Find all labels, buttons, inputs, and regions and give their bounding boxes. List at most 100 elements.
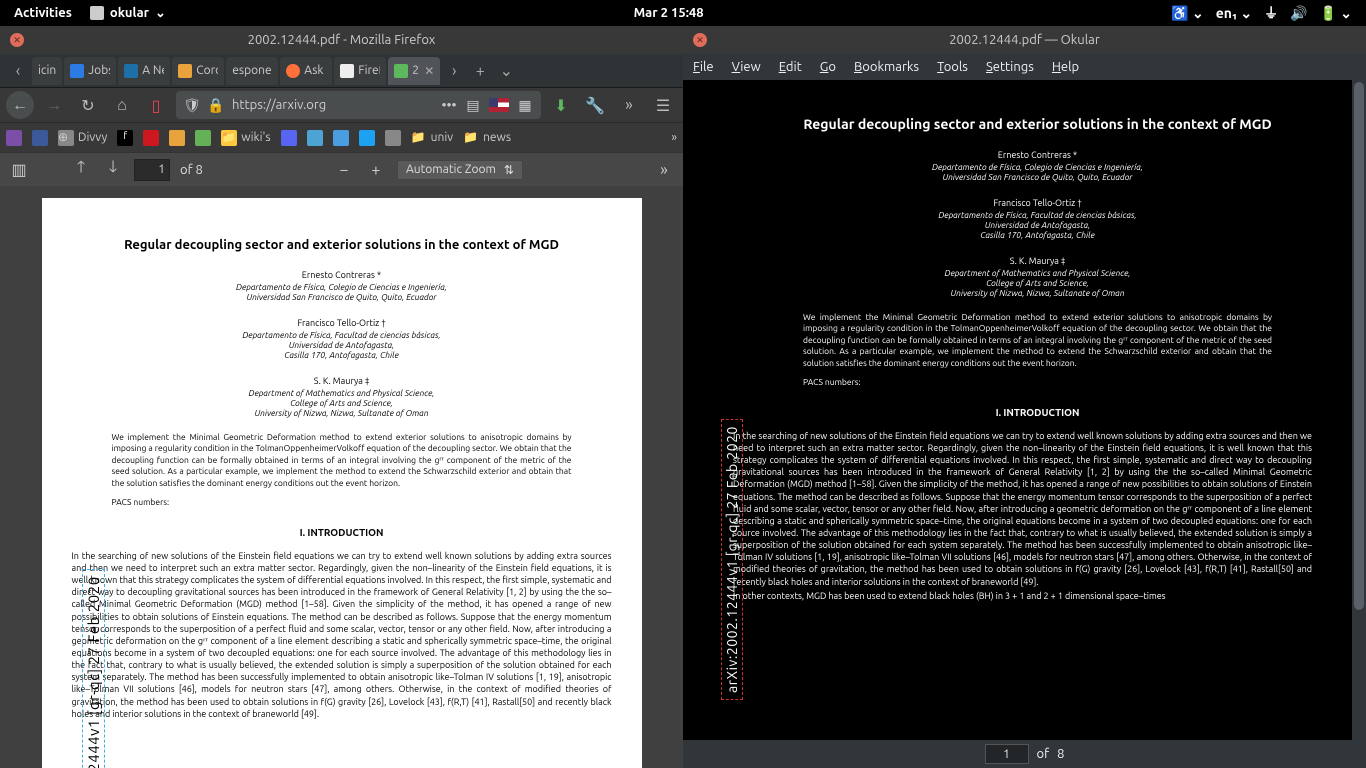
page-down-button[interactable]: 🡓 <box>102 156 124 183</box>
okular-icon <box>90 6 104 20</box>
tab-close-icon[interactable]: ✕ <box>424 64 434 78</box>
tab-7-active[interactable]: 20✕ <box>388 57 440 85</box>
navigation-toolbar: ← → ↻ ⌂ ▯ 🛡 🔒 https://arxiv.org ••• ▤ ▦ … <box>0 88 683 122</box>
tab-list-button[interactable]: ⌄ <box>494 59 518 83</box>
volume-icon[interactable]: 🔊 <box>1290 5 1307 22</box>
bookmark-folder[interactable]: 📁news <box>463 130 511 146</box>
bookmark-folder[interactable]: 📁wiki's <box>221 130 270 146</box>
bookmark-item[interactable] <box>32 130 48 146</box>
okular-viewer[interactable]: arXiv:2002.12444v1 [gr-qc] 27 Feb 2020 R… <box>683 80 1366 740</box>
wifi-icon[interactable]: ⏚ <box>1264 3 1278 23</box>
battery-icon[interactable]: 🔋 ⌄ <box>1320 5 1352 22</box>
reader-icon[interactable]: ▤ <box>465 97 481 113</box>
bookmark-item[interactable] <box>195 130 211 146</box>
shield-icon[interactable]: 🛡 <box>184 97 200 113</box>
app-menu[interactable]: okular ⌄ <box>90 6 166 21</box>
menu-edit[interactable]: Edit <box>779 60 802 74</box>
menu-file[interactable]: File <box>693 60 714 74</box>
zoom-select[interactable]: Automatic Zoom⇅ <box>397 160 523 180</box>
reload-button[interactable]: ↻ <box>74 91 102 119</box>
activities-button[interactable]: Activities <box>14 6 72 20</box>
keyboard-layout[interactable]: en₁ ⌄ <box>1216 5 1252 22</box>
forward-button: → <box>40 91 68 119</box>
overflow-button[interactable]: » <box>615 91 643 119</box>
page-action-icon[interactable]: ••• <box>441 97 457 113</box>
sidebar-toggle[interactable]: ▥ <box>8 160 30 179</box>
bookmark-item[interactable]: ⊕Divvy <box>58 130 107 146</box>
pdf-viewer[interactable]: arXiv:2002.12444v1 [gr-qc] 27 Feb 2020 R… <box>0 186 683 768</box>
of-label: of <box>1037 747 1050 761</box>
body-text-2: In other contexts, MGD has been used to … <box>733 590 1312 602</box>
okular-window: ✕ 2002.12444.pdf — Okular File View Edit… <box>683 26 1366 768</box>
scrollbar[interactable] <box>1352 80 1366 740</box>
window-title: 2002.12444.pdf — Okular <box>949 33 1100 47</box>
bookmark-item[interactable] <box>333 130 349 146</box>
url-bar[interactable]: 🛡 🔒 https://arxiv.org ••• ▤ ▦ <box>176 91 541 119</box>
menu-button[interactable]: ☰ <box>649 91 677 119</box>
page-number-input[interactable] <box>985 744 1029 764</box>
bookmark-item[interactable] <box>6 130 22 146</box>
accessibility-icon[interactable]: ♿ ⌄ <box>1171 5 1203 22</box>
back-button[interactable]: ← <box>6 91 34 119</box>
page-up-button[interactable]: 🡑 <box>70 156 92 183</box>
pdf-tools-button[interactable]: » <box>653 161 675 179</box>
section-heading: I. INTRODUCTION <box>763 407 1312 418</box>
abstract: We implement the Minimal Geometric Defor… <box>112 432 572 489</box>
window-title: 2002.12444.pdf - Mozilla Firefox <box>248 33 436 47</box>
menu-view[interactable]: View <box>732 60 761 74</box>
extension-icon[interactable]: ▦ <box>517 97 533 113</box>
bookmarks-overflow[interactable]: » <box>671 131 677 144</box>
bookmark-item[interactable]: f <box>117 130 133 146</box>
clock[interactable]: Mar 2 15:48 <box>166 6 1171 20</box>
menu-settings[interactable]: Settings <box>986 60 1034 74</box>
menu-tools[interactable]: Tools <box>937 60 968 74</box>
home-button[interactable]: ⌂ <box>108 91 136 119</box>
tab-6[interactable]: Firef <box>334 57 386 85</box>
tab-0[interactable]: icin <box>32 57 62 85</box>
tab-scroll-right[interactable]: › <box>442 59 466 83</box>
body-text: In the searching of new solutions of the… <box>72 550 612 720</box>
flag-us-icon[interactable] <box>489 98 509 112</box>
zoom-out-button[interactable]: − <box>333 161 355 179</box>
tab-5[interactable]: Ask a <box>280 57 332 85</box>
close-icon[interactable]: ✕ <box>10 33 24 47</box>
bookmark-item[interactable] <box>359 130 375 146</box>
pacs-label: PACS numbers: <box>803 377 1272 388</box>
okular-titlebar: ✕ 2002.12444.pdf — Okular <box>683 26 1366 54</box>
new-tab-button[interactable]: + <box>468 59 492 83</box>
tab-1[interactable]: Jobse <box>64 57 116 85</box>
body-text: In the searching of new solutions of the… <box>733 430 1312 588</box>
bookmark-item[interactable] <box>281 130 297 146</box>
close-icon[interactable]: ✕ <box>693 33 707 47</box>
page-total: 8 <box>1057 747 1064 761</box>
tab-2[interactable]: A Ne <box>118 57 170 85</box>
abstract: We implement the Minimal Geometric Defor… <box>803 312 1272 369</box>
bookmark-item[interactable] <box>385 130 401 146</box>
download-button[interactable]: ⬇ <box>547 91 575 119</box>
pdf-page: arXiv:2002.12444v1 [gr-qc] 27 Feb 2020 R… <box>683 80 1352 740</box>
bookmark-item[interactable] <box>307 130 323 146</box>
lock-icon: 🔒 <box>208 97 224 113</box>
tab-4[interactable]: esponen <box>226 57 278 85</box>
dev-tools-button[interactable]: 🔧 <box>581 91 609 119</box>
tab-scroll-left[interactable]: ‹ <box>6 59 30 83</box>
bookmark-folder[interactable]: 📁univ <box>411 130 453 146</box>
url-text[interactable]: https://arxiv.org <box>232 98 433 112</box>
menu-go[interactable]: Go <box>820 60 836 74</box>
pdf-toolbar: ▥ 🡑 🡓 of 8 − + Automatic Zoom⇅ » <box>0 152 683 186</box>
menu-bookmarks[interactable]: Bookmarks <box>854 60 919 74</box>
menu-help[interactable]: Help <box>1052 60 1079 74</box>
pdf-page: arXiv:2002.12444v1 [gr-qc] 27 Feb 2020 R… <box>42 198 642 768</box>
okular-page-indicator: of 8 <box>683 740 1366 768</box>
paper-title: Regular decoupling sector and exterior s… <box>763 116 1312 132</box>
paper-title: Regular decoupling sector and exterior s… <box>72 238 612 252</box>
arxiv-stamp: arXiv:2002.12444v1 [gr-qc] 27 Feb 2020 <box>721 419 743 700</box>
zoom-in-button[interactable]: + <box>365 161 387 179</box>
bookmark-item[interactable] <box>143 130 159 146</box>
gnome-topbar: Activities okular ⌄ Mar 2 15:48 ♿ ⌄ en₁ … <box>0 0 1366 26</box>
tab-strip: ‹ icin Jobse A Ne Coro esponen Ask a Fir… <box>0 54 683 88</box>
page-number-input[interactable] <box>134 159 170 181</box>
bookmark-item[interactable] <box>169 130 185 146</box>
tab-3[interactable]: Coro <box>172 57 224 85</box>
pocket-icon[interactable]: ▯ <box>142 91 170 119</box>
